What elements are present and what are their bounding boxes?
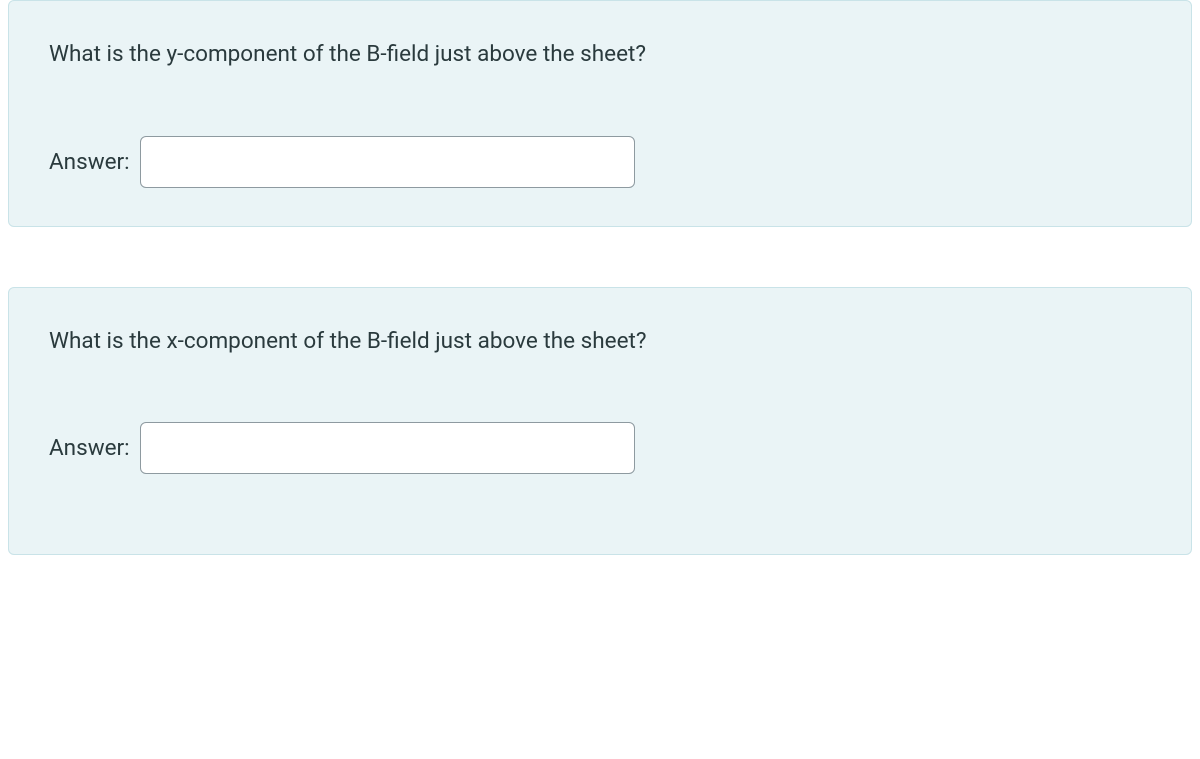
answer-input[interactable] <box>140 136 635 188</box>
answer-row: Answer: <box>49 136 1151 188</box>
question-card-1: What is the y-component of the B-field j… <box>8 0 1192 227</box>
question-prompt: What is the y-component of the B-field j… <box>49 39 1151 71</box>
question-prompt: What is the x-component of the B-field j… <box>49 326 1151 358</box>
answer-label: Answer: <box>49 435 130 461</box>
answer-label: Answer: <box>49 149 130 175</box>
answer-input[interactable] <box>140 422 635 474</box>
answer-row: Answer: <box>49 422 1151 474</box>
question-card-2: What is the x-component of the B-field j… <box>8 287 1192 556</box>
